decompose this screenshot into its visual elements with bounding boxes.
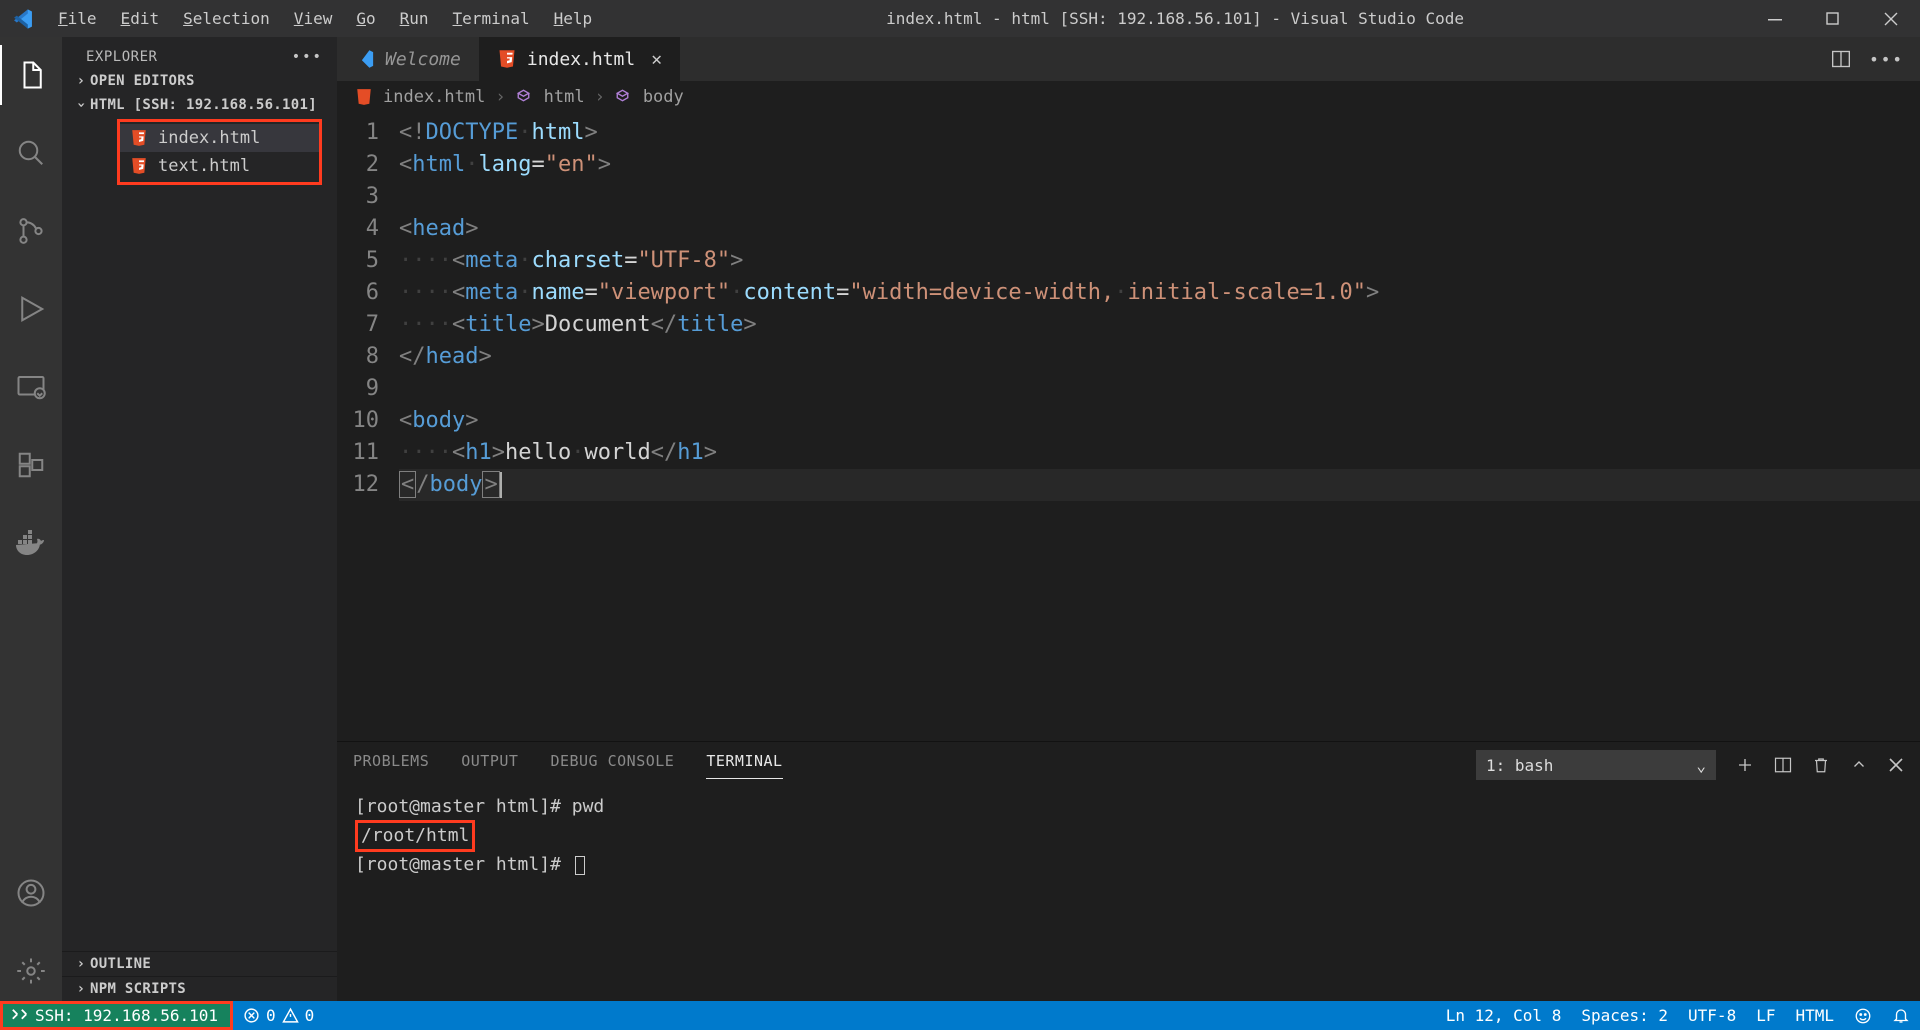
- status-lang[interactable]: HTML: [1785, 1006, 1844, 1025]
- editor-tabs: Welcome index.html ✕ •••: [337, 37, 1920, 81]
- panel-tab-terminal[interactable]: TERMINAL: [706, 752, 782, 779]
- status-eol[interactable]: LF: [1746, 1006, 1785, 1025]
- source-control-icon[interactable]: [0, 201, 62, 261]
- chevron-right-icon: ›: [595, 87, 605, 107]
- breadcrumb[interactable]: index.html › html › body: [337, 81, 1920, 113]
- warning-count: 0: [305, 1006, 315, 1025]
- title-bar: File Edit Selection View Go Run Terminal…: [0, 0, 1920, 37]
- bottom-panel: PROBLEMS OUTPUT DEBUG CONSOLE TERMINAL 1…: [337, 741, 1920, 1001]
- tab-welcome[interactable]: Welcome: [337, 37, 479, 81]
- menu-view[interactable]: View: [282, 9, 345, 28]
- maximize-button[interactable]: [1804, 0, 1862, 37]
- file-index-html[interactable]: index.html: [120, 124, 319, 152]
- status-encoding[interactable]: UTF-8: [1678, 1006, 1746, 1025]
- trash-icon[interactable]: [1812, 756, 1830, 774]
- extensions-icon[interactable]: [0, 435, 62, 495]
- tab-more-icon[interactable]: •••: [1869, 50, 1904, 69]
- explorer-sidebar: EXPLORER ••• › OPEN EDITORS › HTML [SSH:…: [62, 37, 337, 1001]
- minimize-button[interactable]: [1746, 0, 1804, 37]
- panel-tab-problems[interactable]: PROBLEMS: [353, 752, 429, 778]
- crumb-body[interactable]: body: [643, 87, 684, 107]
- status-spaces[interactable]: Spaces: 2: [1571, 1006, 1678, 1025]
- file-name: index.html: [158, 128, 260, 148]
- window-title: index.html - html [SSH: 192.168.56.101] …: [604, 9, 1746, 28]
- activity-bar: [0, 37, 62, 1001]
- feedback-icon[interactable]: [1844, 1007, 1882, 1025]
- outline-label: OUTLINE: [90, 956, 151, 972]
- settings-gear-icon[interactable]: [0, 941, 62, 1001]
- terminal-content[interactable]: [root@master html]# pwd/root/html[root@m…: [337, 780, 1920, 1001]
- menu-terminal[interactable]: Terminal: [441, 9, 542, 28]
- line-gutter: 123456789101112: [337, 113, 399, 741]
- menu-edit[interactable]: Edit: [109, 9, 172, 28]
- code-content[interactable]: <!DOCTYPE·html><html·lang="en"> <head>··…: [399, 113, 1920, 741]
- chevron-right-icon: ›: [72, 956, 90, 972]
- menu-selection[interactable]: Selection: [171, 9, 282, 28]
- html5-icon: [355, 88, 373, 106]
- open-editors-section[interactable]: › OPEN EDITORS: [62, 69, 337, 93]
- chevron-right-icon: ›: [495, 87, 505, 107]
- editor-area: Welcome index.html ✕ ••• index.html › ht…: [337, 37, 1920, 1001]
- chevron-down-icon: ⌄: [1696, 756, 1706, 775]
- menu-go[interactable]: Go: [344, 9, 387, 28]
- run-debug-icon[interactable]: [0, 279, 62, 339]
- remote-label: SSH: 192.168.56.101: [35, 1006, 218, 1025]
- html5-icon: [130, 157, 148, 175]
- status-problems[interactable]: 0 0: [233, 1006, 324, 1025]
- close-button[interactable]: [1862, 0, 1920, 37]
- struct-icon: [516, 88, 534, 106]
- chevron-right-icon: ›: [72, 981, 90, 997]
- vscode-icon: [355, 49, 375, 69]
- panel-tab-output[interactable]: OUTPUT: [461, 752, 518, 778]
- html5-icon: [497, 49, 517, 69]
- workspace-label: HTML [SSH: 192.168.56.101]: [90, 97, 317, 113]
- bell-icon[interactable]: [1882, 1007, 1920, 1025]
- chevron-down-icon: ›: [73, 96, 89, 114]
- close-panel-icon[interactable]: [1888, 757, 1904, 773]
- outline-section[interactable]: › OUTLINE: [62, 951, 337, 976]
- menu-run[interactable]: Run: [388, 9, 441, 28]
- npm-label: NPM SCRIPTS: [90, 981, 186, 997]
- close-icon[interactable]: ✕: [651, 49, 662, 70]
- explorer-icon[interactable]: [0, 45, 62, 105]
- terminal-selector[interactable]: 1: bash ⌄: [1476, 750, 1716, 780]
- file-name: text.html: [158, 156, 250, 176]
- npm-section[interactable]: › NPM SCRIPTS: [62, 976, 337, 1001]
- error-count: 0: [266, 1006, 276, 1025]
- workspace-section[interactable]: › HTML [SSH: 192.168.56.101]: [62, 93, 337, 117]
- new-terminal-icon[interactable]: [1736, 756, 1754, 774]
- window-controls: [1746, 0, 1920, 37]
- struct-icon: [615, 88, 633, 106]
- vscode-logo-icon: [12, 8, 34, 30]
- open-editors-label: OPEN EDITORS: [90, 73, 195, 89]
- html5-icon: [130, 129, 148, 147]
- crumb-html[interactable]: html: [544, 87, 585, 107]
- panel-tab-debug[interactable]: DEBUG CONSOLE: [550, 752, 674, 778]
- crumb-file[interactable]: index.html: [383, 87, 485, 107]
- sidebar-title: EXPLORER: [86, 49, 157, 65]
- status-bar: SSH: 192.168.56.101 0 0 Ln 12, Col 8 Spa…: [0, 1001, 1920, 1030]
- tab-label: index.html: [527, 49, 635, 70]
- tab-label: Welcome: [385, 49, 461, 70]
- split-editor-icon[interactable]: [1831, 49, 1851, 69]
- search-icon[interactable]: [0, 123, 62, 183]
- remote-indicator[interactable]: SSH: 192.168.56.101: [0, 1001, 233, 1030]
- split-terminal-icon[interactable]: [1774, 756, 1792, 774]
- remote-icon: [11, 1009, 29, 1023]
- docker-icon[interactable]: [0, 513, 62, 573]
- code-editor[interactable]: 123456789101112 <!DOCTYPE·html><html·lan…: [337, 113, 1920, 741]
- menu-bar: File Edit Selection View Go Run Terminal…: [46, 9, 604, 28]
- sidebar-more-icon[interactable]: •••: [292, 49, 323, 65]
- status-ln-col[interactable]: Ln 12, Col 8: [1436, 1006, 1572, 1025]
- chevron-right-icon: ›: [72, 73, 90, 89]
- files-highlighted: index.html text.html: [117, 119, 322, 185]
- menu-help[interactable]: Help: [542, 9, 605, 28]
- account-icon[interactable]: [0, 863, 62, 923]
- maximize-panel-icon[interactable]: [1850, 756, 1868, 774]
- file-text-html[interactable]: text.html: [120, 152, 319, 180]
- tab-index-html[interactable]: index.html ✕: [479, 37, 680, 81]
- menu-file[interactable]: File: [46, 9, 109, 28]
- remote-explorer-icon[interactable]: [0, 357, 62, 417]
- terminal-selector-label: 1: bash: [1486, 756, 1553, 775]
